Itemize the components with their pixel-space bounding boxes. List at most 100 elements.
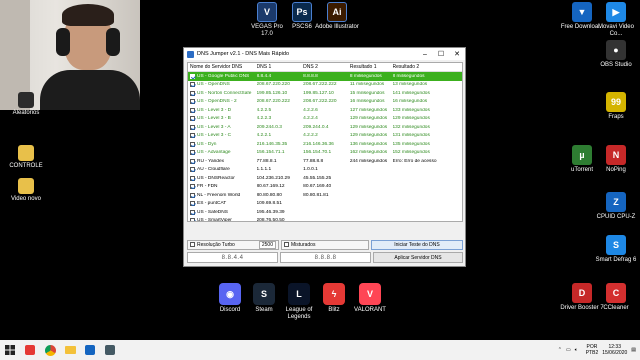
taskbar-app-1[interactable]: [20, 340, 40, 360]
row-checkbox[interactable]: [190, 209, 195, 215]
dns2-cell: 208.67.222.220: [303, 99, 337, 105]
mixed-checkbox[interactable]: [284, 242, 289, 247]
desktop-icon-smart-defrag-6[interactable]: S Smart Defrag 6: [594, 235, 638, 264]
desktop-icon-aleatorios[interactable]: Aleatorios: [4, 92, 48, 117]
turbo-checkbox[interactable]: [190, 242, 195, 247]
close-icon[interactable]: ✕: [449, 50, 465, 58]
desktop-icon-blitz[interactable]: ϟ Blitz: [314, 283, 354, 314]
app-icon: [187, 50, 194, 58]
row-checkbox[interactable]: [190, 158, 195, 164]
col-header-result2[interactable]: Resultado 2: [393, 64, 462, 70]
start-button[interactable]: [0, 340, 20, 360]
table-row[interactable]: NL - Freenom World 80.80.80.80 80.80.81.81: [188, 191, 462, 200]
window-titlebar[interactable]: DNS Jumper v2.1 - DNS Mais Rápido – ☐ ✕: [184, 48, 465, 60]
desktop-icon-adobe-illustrator[interactable]: Ai Adobe Illustrator: [315, 2, 359, 31]
dns1-cell: 80.67.169.12: [256, 184, 285, 190]
row-checkbox[interactable]: [190, 184, 195, 190]
turbo-value-input[interactable]: 2500: [258, 240, 276, 249]
app-icon: [25, 345, 35, 355]
table-row[interactable]: US - Level 3 - A 209.244.0.3 209.244.0.4 12…: [188, 123, 462, 132]
result1-cell: 127 milisegundos: [349, 107, 388, 113]
app-icon: µ: [572, 145, 592, 165]
row-checkbox[interactable]: [190, 141, 195, 147]
row-checkbox[interactable]: [190, 150, 195, 156]
desktop-icon-obs-studio[interactable]: ● OBS Studio: [594, 40, 638, 69]
desktop-icon-cpuid-cpu-z[interactable]: Z CPUID CPU-Z: [594, 192, 638, 221]
col-header-result1[interactable]: Resultado 1: [350, 64, 393, 70]
table-row[interactable]: FR - FDN 80.67.169.12 80.67.169.40: [188, 183, 462, 192]
row-checkbox[interactable]: [190, 201, 195, 207]
result1-cell: 129 milisegundos: [349, 116, 388, 122]
row-checkbox[interactable]: [190, 99, 195, 105]
taskbar-chrome[interactable]: [40, 340, 60, 360]
server-name-cell: AU - Cloudflare: [188, 167, 257, 173]
table-row[interactable]: US - SmartViper 208.76.50.50: [188, 217, 462, 221]
table-row[interactable]: US - OpenDNS 208.67.220.220 208.67.222.222…: [188, 81, 462, 90]
row-checkbox[interactable]: [190, 116, 195, 122]
table-row[interactable]: US - OpenDNS - 2 208.67.220.222 208.67.222…: [188, 98, 462, 107]
notification-icon[interactable]: ▤: [631, 347, 636, 353]
table-row[interactable]: US - Norton ConnectSafe 199.85.126.10 199.…: [188, 89, 462, 98]
taskbar-app-3[interactable]: [100, 340, 120, 360]
table-row[interactable]: US - SafeDNS 195.46.39.39: [188, 208, 462, 217]
table-row[interactable]: AU - Cloudflare 1.1.1.1 1.0.0.1: [188, 166, 462, 175]
desktop-icon-fraps[interactable]: 99 Fraps: [594, 92, 638, 121]
maximize-icon[interactable]: ☐: [433, 50, 449, 58]
row-checkbox[interactable]: [190, 218, 195, 221]
row-checkbox[interactable]: [190, 107, 195, 113]
table-row[interactable]: US - Dyn 216.146.35.35 216.146.36.36 136 mi…: [188, 140, 462, 149]
row-checkbox[interactable]: [190, 124, 195, 130]
server-name: US - Google Public DNS: [197, 73, 250, 79]
desktop-icon-noping[interactable]: N NoPing: [594, 145, 638, 174]
dns1-cell: 4.2.2.3: [256, 116, 272, 122]
folder-icon: [18, 145, 34, 161]
result2-cell: 8 milisegundos: [392, 73, 425, 79]
clock[interactable]: 12:33 15/06/2020: [602, 344, 627, 356]
desktop-icon-valorant[interactable]: V VALORANT: [350, 283, 390, 314]
dns1-cell: 104.236.210.29: [256, 175, 290, 181]
server-name-cell: US - Level 3 - C: [188, 133, 257, 139]
row-checkbox[interactable]: [190, 90, 195, 96]
network-icon[interactable]: ▭: [566, 347, 571, 353]
desktop-icon-controle[interactable]: CONTROLE: [4, 145, 48, 170]
row-checkbox[interactable]: [190, 133, 195, 139]
table-row[interactable]: US - DNSReactor 104.236.210.29 45.55.155.2…: [188, 174, 462, 183]
volume-icon[interactable]: 🔈︎: [575, 347, 578, 353]
desktop-icon-ccleaner[interactable]: C CCleaner: [594, 283, 638, 312]
desktop-icon-movavi-video-co-[interactable]: ▶ Movavi Video Co...: [594, 2, 638, 38]
row-checkbox[interactable]: [190, 175, 195, 181]
row-checkbox[interactable]: [190, 73, 195, 79]
row-checkbox[interactable]: [190, 82, 195, 88]
col-header-dns1[interactable]: DNS 1: [257, 64, 304, 70]
server-name: ES - puntCAT: [197, 201, 227, 207]
result1-cell: 129 milisegundos: [349, 133, 388, 139]
minimize-icon[interactable]: –: [417, 51, 433, 58]
table-row[interactable]: US - Level 3 - D 4.2.2.5 4.2.2.6 127 milise…: [188, 106, 462, 115]
taskbar: ⌃ ▭ 🔈︎ POR PTB2 12:33 15/06/2020 ▤: [0, 340, 640, 360]
row-checkbox[interactable]: [190, 167, 195, 173]
dns1-cell: 109.69.8.51: [256, 201, 282, 207]
taskbar-explorer[interactable]: [60, 340, 80, 360]
row-checkbox[interactable]: [190, 192, 195, 198]
desktop-icon-league-of-legends[interactable]: L League of Legends: [279, 283, 319, 321]
start-test-button[interactable]: Iniciar Teste do DNS: [371, 239, 463, 250]
col-header-dns2[interactable]: DNS 2: [303, 64, 350, 70]
taskbar-app-2[interactable]: [80, 340, 100, 360]
table-row[interactable]: US - Level 3 - B 4.2.2.3 4.2.2.4 129 milise…: [188, 115, 462, 124]
table-row[interactable]: ES - puntCAT 109.69.8.51: [188, 200, 462, 209]
table-row[interactable]: US - Google Public DNS 8.8.4.4 8.8.8.8 8 mi…: [188, 72, 462, 81]
language-indicator[interactable]: POR PTB2: [586, 344, 599, 356]
result1-cell: 136 milisegundos: [349, 141, 388, 147]
result1-cell: 162 milisegundos: [349, 150, 388, 156]
col-header-name[interactable]: Nome do Servidor DNS: [188, 64, 257, 70]
apply-dns-button[interactable]: Aplicar Servidor DNS: [373, 252, 463, 263]
desktop-icon-video-novo[interactable]: Video novo: [4, 178, 48, 203]
table-row[interactable]: RU - Yandex 77.88.8.1 77.88.8.8 244 miliseg…: [188, 157, 462, 166]
app-icon: N: [606, 145, 626, 165]
table-row[interactable]: US - Level 3 - C 4.2.2.1 4.2.2.2 129 milise…: [188, 132, 462, 141]
server-name-cell: ES - puntCAT: [188, 201, 257, 207]
desktop-icon-label: CPUID CPU-Z: [596, 214, 636, 220]
desktop-icon-steam[interactable]: S Steam: [244, 283, 284, 314]
tray-arrow-icon[interactable]: ⌃: [558, 347, 562, 353]
table-row[interactable]: US - Advantage 156.154.71.1 156.154.70.1 16…: [188, 149, 462, 158]
